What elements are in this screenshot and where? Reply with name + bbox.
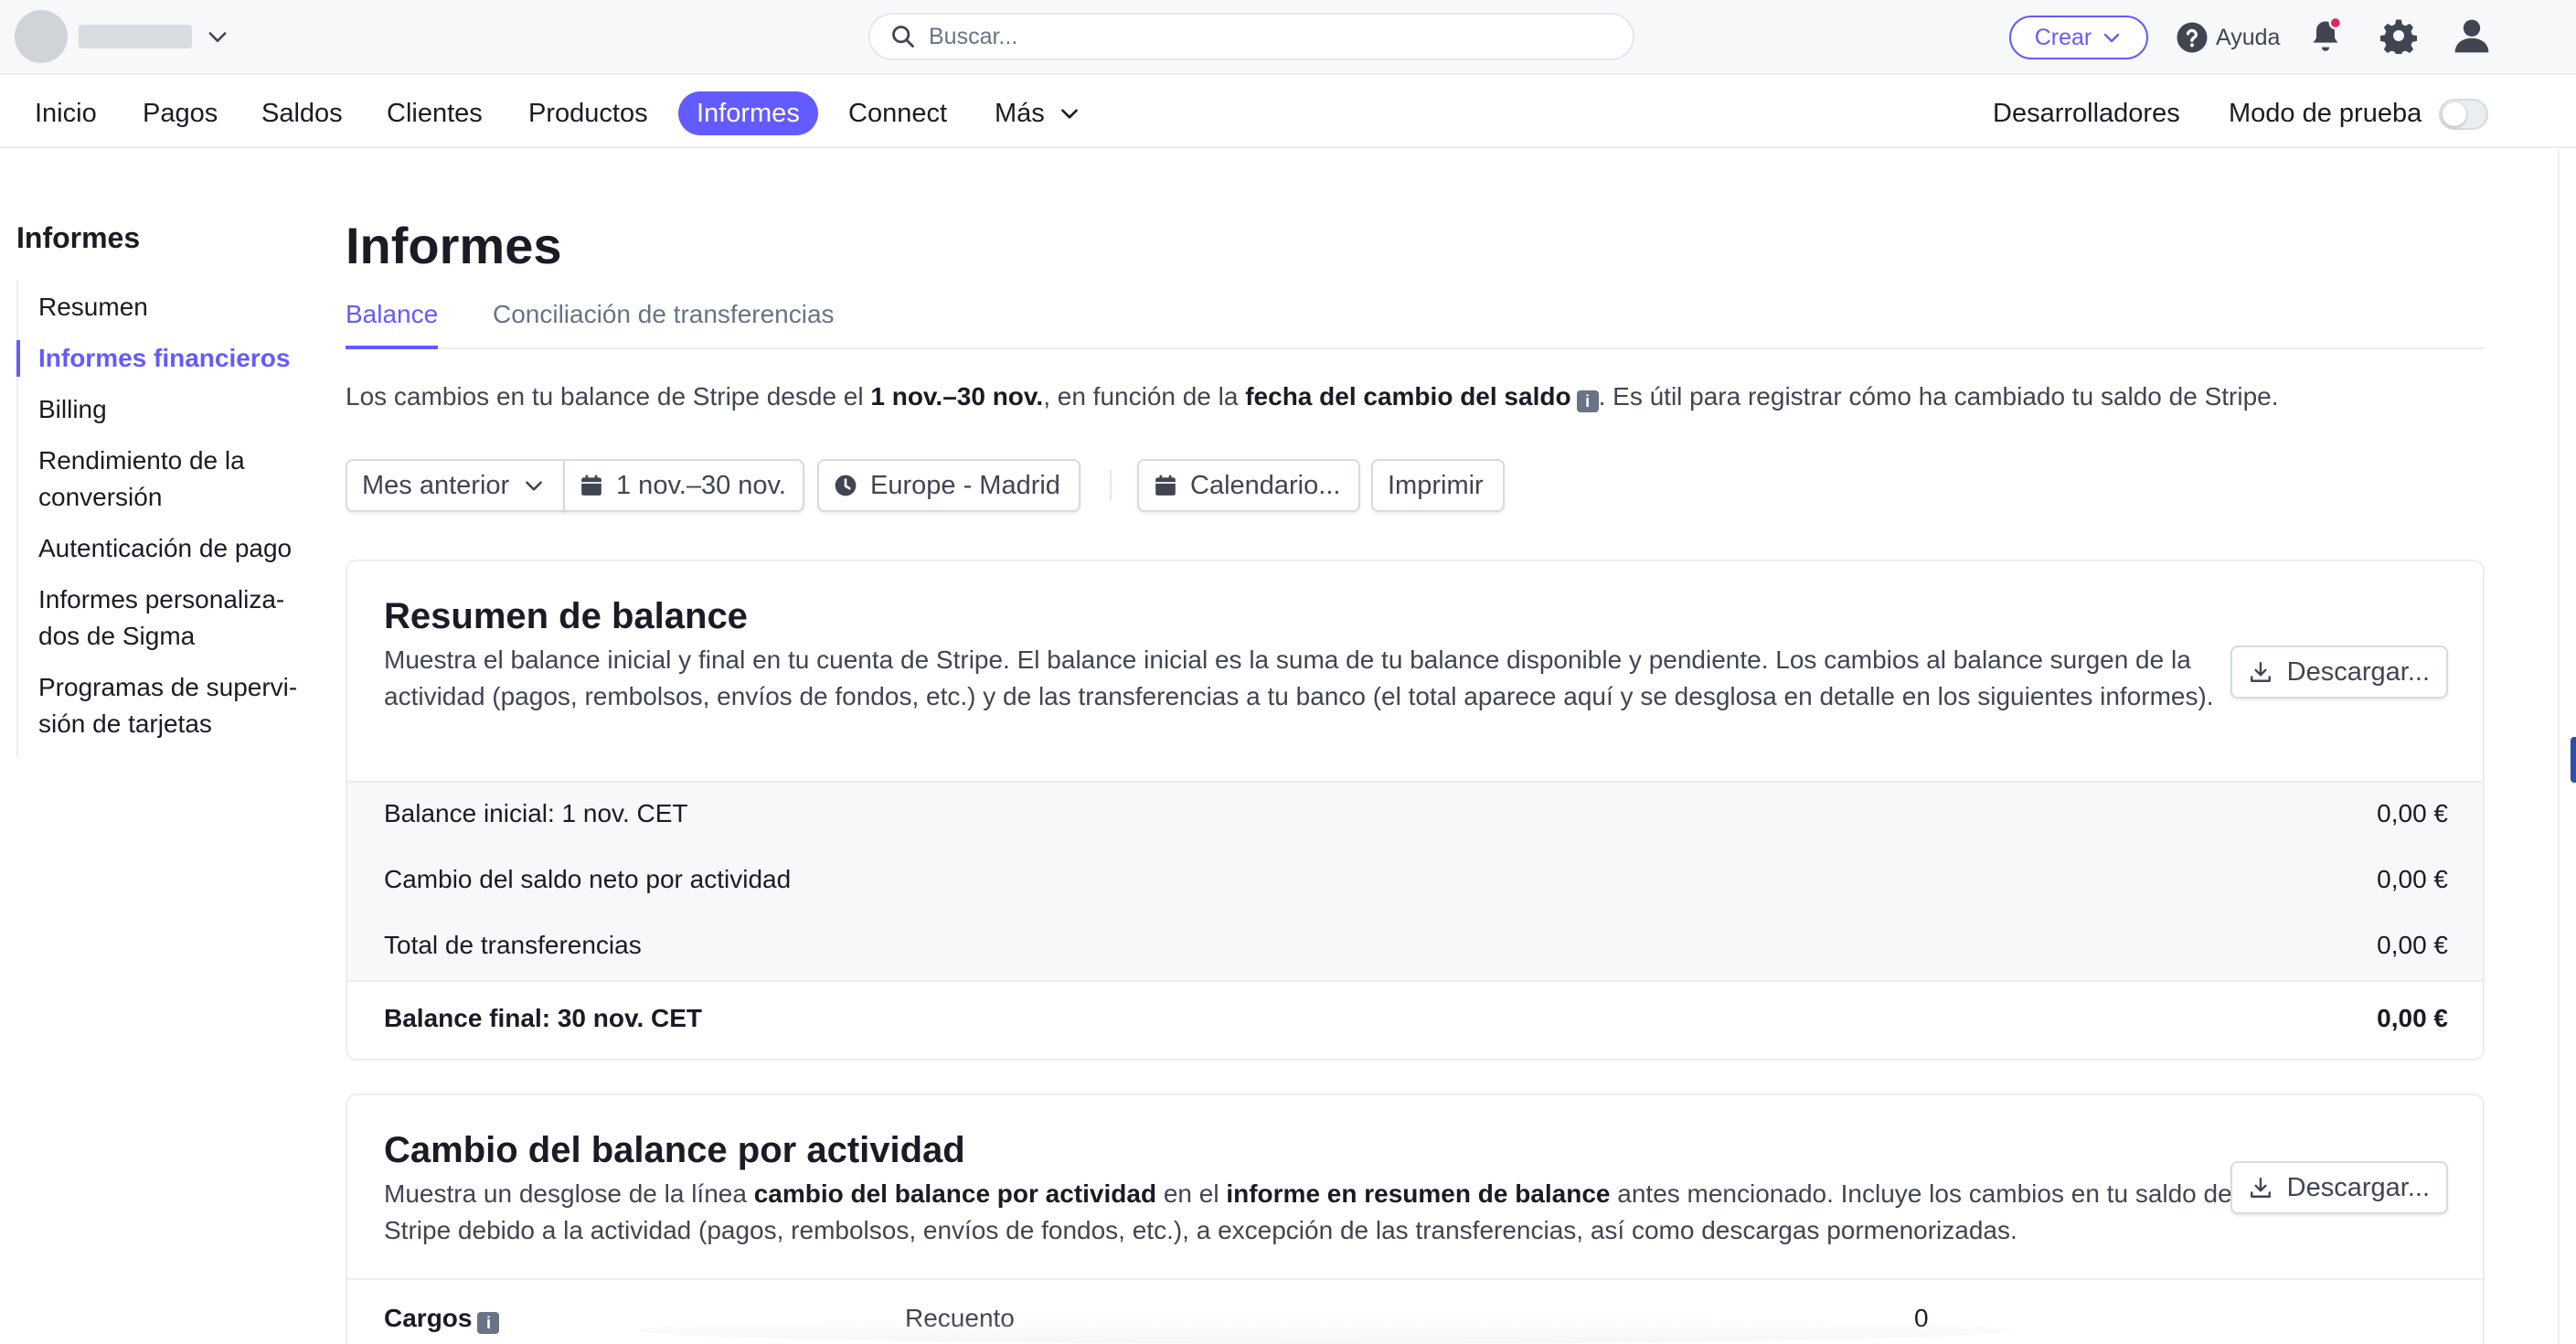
- nav-item-pagos[interactable]: Pagos: [124, 91, 236, 135]
- sidebar-item-informes-financieros[interactable]: Informes financieros: [38, 340, 331, 377]
- page-description: Los cambios en tu balance de Stripe desd…: [346, 382, 2279, 412]
- row-label: Balance inicial: 1 nov. CET: [384, 799, 688, 827]
- search-icon: [892, 26, 914, 48]
- date-range-button[interactable]: 1 nov.–30 nov.: [563, 459, 804, 512]
- clock-icon: [835, 475, 857, 496]
- row-value: 0,00 €: [2377, 799, 2448, 827]
- sidebar: Resumen Informes financieros Billing Ren…: [16, 280, 318, 757]
- download-label: Descargar...: [2286, 1172, 2430, 1202]
- period-select[interactable]: Mes anterior: [346, 459, 565, 512]
- sidebar-item-resumen[interactable]: Resumen: [38, 289, 331, 325]
- chevron-down-icon: [1060, 109, 1078, 119]
- total-row: Balance final: 30 nov. CET 0,00 €: [384, 1004, 2448, 1040]
- main-nav: Inicio Pagos Saldos Clientes Productos I…: [0, 77, 2576, 148]
- chevron-down-icon: [208, 32, 227, 42]
- test-mode-label: Modo de prueba: [2229, 98, 2422, 128]
- period-select-label: Mes anterior: [362, 470, 510, 500]
- balance-summary-description: Muestra el balance inicial y final en tu…: [384, 645, 2214, 710]
- download-icon: [2250, 1178, 2271, 1198]
- help-icon: [2177, 22, 2208, 53]
- test-mode-toggle[interactable]: [2439, 99, 2488, 130]
- bell-icon[interactable]: [2307, 16, 2344, 57]
- nav-item-saldos[interactable]: Saldos: [243, 91, 361, 135]
- date-range-label: 1 nov.–30 nov.: [616, 470, 786, 500]
- toolbar-divider: [1110, 470, 1112, 501]
- search-bar[interactable]: [868, 13, 1634, 60]
- print-button-label: Imprimir: [1388, 470, 1484, 500]
- gear-icon[interactable]: [2380, 17, 2417, 54]
- chevron-down-icon: [526, 481, 543, 491]
- search-input[interactable]: [929, 23, 1569, 50]
- info-icon[interactable]: i: [477, 1312, 500, 1334]
- account-avatar: [15, 10, 68, 63]
- nav-item-mas-label: Más: [995, 98, 1045, 128]
- page-edge-divider: [2558, 150, 2560, 1344]
- activity-change-download-button[interactable]: Descargar...: [2230, 1161, 2448, 1214]
- row-label: Cambio del saldo neto por actividad: [384, 865, 792, 893]
- nav-item-inicio[interactable]: Inicio: [16, 91, 115, 135]
- nav-item-clientes[interactable]: Clientes: [368, 91, 501, 135]
- help-label: Ayuda: [2216, 24, 2281, 50]
- total-value: 0,00 €: [2377, 1004, 2448, 1032]
- sidebar-active-indicator: [16, 340, 20, 377]
- sidebar-item-sigma[interactable]: Informes personaliza-dos de Sigma: [38, 581, 331, 655]
- activity-change-title: Cambio del balance por actividad: [384, 1130, 965, 1170]
- calendar-icon: [1155, 475, 1176, 496]
- tab-bar: Balance Conciliación de transferencias: [346, 296, 2485, 349]
- user-icon[interactable]: [2452, 16, 2492, 56]
- balance-summary-card: Resumen de balance Muestra el balance in…: [346, 560, 2485, 1061]
- calendar-icon: [581, 475, 601, 496]
- download-icon: [2250, 662, 2271, 682]
- info-icon[interactable]: i: [1576, 390, 1599, 412]
- balance-summary-title: Resumen de balance: [384, 596, 748, 636]
- create-button[interactable]: Crear: [2009, 16, 2148, 59]
- chevron-down-icon: [2104, 33, 2120, 43]
- cargos-row-label: Cargos i: [384, 1304, 658, 1340]
- calendar-button[interactable]: Calendario...: [1137, 459, 1360, 512]
- nav-item-informes[interactable]: Informes: [678, 91, 818, 135]
- row-value: 0,00 €: [2377, 931, 2448, 959]
- table-row: Cambio del saldo neto por actividad 0,00…: [384, 865, 2448, 901]
- nav-item-connect[interactable]: Connect: [830, 91, 965, 135]
- table-row: Total de transferencias 0,00 €: [384, 931, 2448, 967]
- print-button[interactable]: Imprimir: [1371, 459, 1505, 512]
- sidebar-item-autenticacion[interactable]: Autenticación de pago: [38, 530, 331, 567]
- row-value: 0,00 €: [2377, 865, 2448, 893]
- page-title: Informes: [346, 217, 562, 274]
- side-panel-handle[interactable]: [2571, 737, 2576, 783]
- sidebar-item-rendimiento[interactable]: Rendimiento de la conversión: [38, 443, 331, 516]
- activity-change-description: Muestra un desglose de la línea cambio d…: [384, 1179, 2232, 1244]
- nav-item-developers[interactable]: Desarrolladores: [1975, 91, 2198, 135]
- activity-change-card: Cambio del balance por actividad Muestra…: [346, 1093, 2485, 1344]
- tab-conciliacion[interactable]: Conciliación de transferencias: [493, 300, 835, 349]
- top-bar: Crear Ayuda: [0, 0, 2576, 75]
- sidebar-item-tarjetas[interactable]: Programas de supervi-sión de tarjetas: [38, 669, 331, 742]
- section-divider: [347, 1278, 2483, 1280]
- calendar-button-label: Calendario...: [1190, 470, 1341, 500]
- account-switcher[interactable]: [15, 9, 230, 64]
- timezone-label: Europe - Madrid: [870, 470, 1060, 500]
- scroll-shadow: [640, 1317, 2011, 1344]
- tab-balance[interactable]: Balance: [346, 300, 439, 349]
- download-label: Descargar...: [2286, 656, 2430, 687]
- row-label: Total de transferencias: [384, 931, 642, 959]
- total-divider: [347, 980, 2483, 982]
- sidebar-item-billing[interactable]: Billing: [38, 391, 331, 428]
- sidebar-title: Informes: [16, 221, 141, 254]
- create-button-label: Crear: [2034, 24, 2092, 50]
- balance-summary-download-button[interactable]: Descargar...: [2230, 645, 2448, 699]
- nav-item-productos[interactable]: Productos: [510, 91, 666, 135]
- toggle-knob: [2443, 102, 2466, 126]
- help-button[interactable]: Ayuda: [2176, 18, 2280, 57]
- table-row: Balance inicial: 1 nov. CET 0,00 €: [384, 799, 2448, 836]
- account-name-redacted: [79, 25, 192, 48]
- nav-item-mas[interactable]: Más: [976, 91, 1100, 135]
- timezone-button[interactable]: Europe - Madrid: [817, 459, 1080, 512]
- total-label: Balance final: 30 nov. CET: [384, 1004, 703, 1032]
